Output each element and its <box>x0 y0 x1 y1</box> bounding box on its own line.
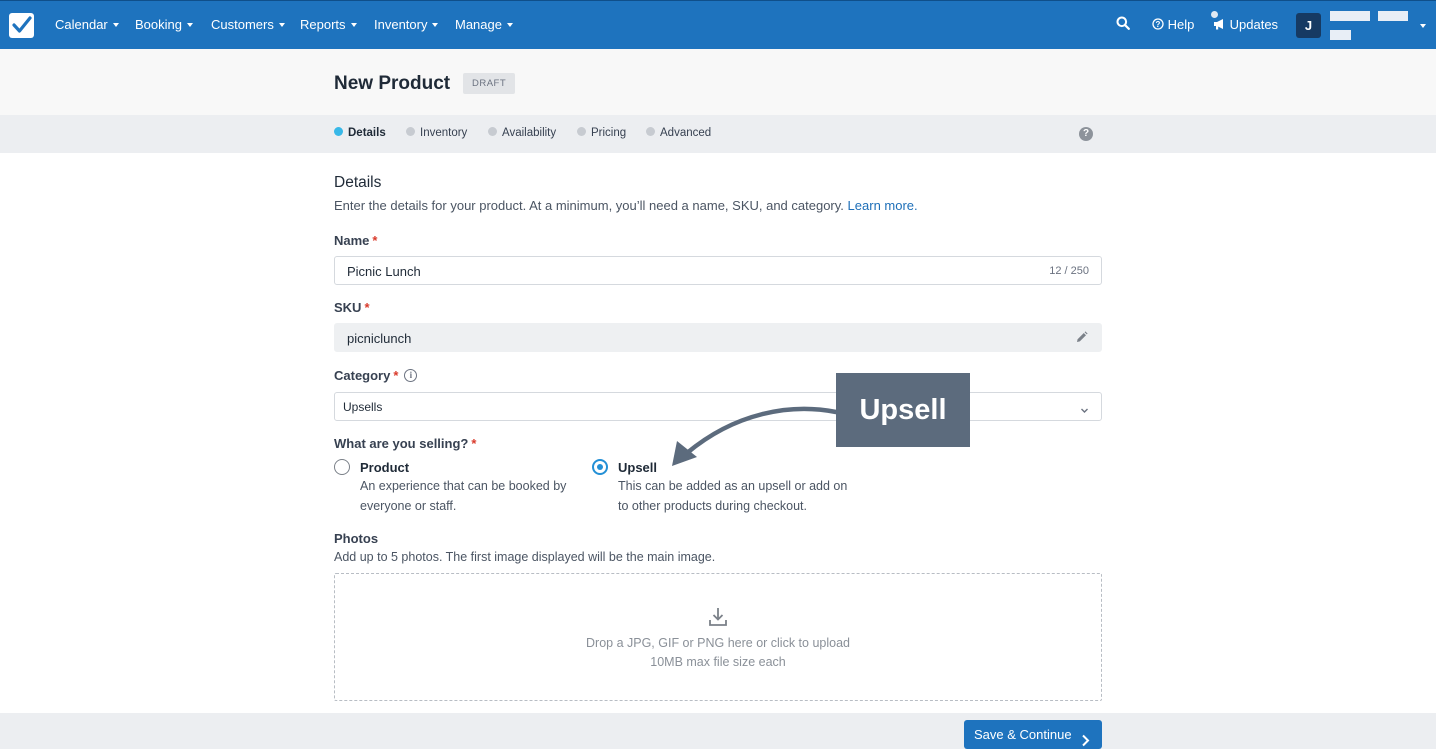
product-option-title[interactable]: Product <box>360 460 409 475</box>
sku-field[interactable]: picniclunch <box>334 323 1102 352</box>
dropzone-instructions: Drop a JPG, GIF or PNG here or click to … <box>586 636 850 650</box>
section-description-text: Enter the details for your product. At a… <box>334 198 844 213</box>
nav-inventory-label: Inventory <box>374 17 428 32</box>
step-label: Availability <box>502 127 557 139</box>
step-dot <box>488 127 497 137</box>
dropzone-size-limit: 10MB max file size each <box>650 655 786 669</box>
save-continue-button[interactable]: Save & Continue <box>964 720 1102 749</box>
upsell-radio[interactable] <box>592 459 608 475</box>
step-advanced[interactable]: Advanced <box>646 127 711 139</box>
caret-down-icon <box>186 22 193 27</box>
selling-label: What are you selling? * <box>334 436 476 451</box>
status-badge: DRAFT <box>463 73 516 94</box>
nav-customers-label: Customers <box>211 17 274 32</box>
download-icon <box>708 607 728 632</box>
redacted-user-org <box>1330 30 1351 40</box>
redacted-user-name <box>1378 11 1408 21</box>
page-title: New Product <box>334 73 451 94</box>
caret-down-icon <box>112 22 119 27</box>
upsell-option-title[interactable]: Upsell <box>618 460 657 475</box>
nav-inventory[interactable]: Inventory <box>374 17 439 32</box>
upsell-option-description: This can be added as an upsell or add on… <box>618 479 848 513</box>
save-continue-label: Save & Continue <box>974 727 1072 742</box>
step-dot <box>406 127 415 137</box>
top-navigation-bar: Calendar Booking Customers Reports Inven… <box>0 0 1436 49</box>
updates-label: Updates <box>1229 17 1279 32</box>
step-label: Advanced <box>660 127 712 139</box>
upsell-callout: Upsell <box>836 373 970 447</box>
category-label: Category * i <box>334 368 418 383</box>
caret-down-icon <box>506 22 513 27</box>
section-title: Details <box>334 174 382 191</box>
nav-manage-label: Manage <box>455 17 502 32</box>
step-label: Pricing <box>591 127 627 139</box>
chevron-down-icon <box>1080 402 1089 420</box>
caret-down-icon <box>350 22 357 27</box>
svg-text:?: ? <box>1156 20 1161 29</box>
step-pricing[interactable]: Pricing <box>577 127 626 139</box>
category-value: Upsells <box>343 400 383 414</box>
learn-more-link[interactable]: Learn more. <box>848 198 918 213</box>
step-dot <box>334 127 343 137</box>
product-radio[interactable] <box>334 459 350 475</box>
step-inventory[interactable]: Inventory <box>406 127 467 139</box>
section-description: Enter the details for your product. At a… <box>334 198 918 213</box>
caret-down-icon[interactable] <box>1420 24 1426 28</box>
footer-bar <box>0 713 1436 749</box>
step-details[interactable]: Details <box>334 127 386 139</box>
photo-dropzone[interactable]: Drop a JPG, GIF or PNG here or click to … <box>334 573 1102 701</box>
selling-label-text: What are you selling? <box>334 436 469 451</box>
step-label: Inventory <box>420 127 468 139</box>
step-dot <box>577 127 586 137</box>
step-label: Details <box>348 127 386 139</box>
search-icon[interactable] <box>1116 16 1130 33</box>
help-circle-icon: ? <box>1152 18 1164 30</box>
info-icon[interactable]: i <box>404 369 418 383</box>
nav-booking[interactable]: Booking <box>135 17 193 32</box>
curved-arrow-icon <box>672 406 839 466</box>
product-option-description: An experience that can be booked by ever… <box>360 479 567 513</box>
nav-customers[interactable]: Customers <box>211 17 285 32</box>
chevron-right-icon <box>1081 728 1090 749</box>
name-label-text: Name <box>334 233 370 248</box>
steps-bar <box>0 115 1436 153</box>
megaphone-icon <box>1214 19 1223 30</box>
name-field[interactable]: Picnic Lunch 12 / 250 <box>334 256 1102 285</box>
caret-down-icon <box>278 22 285 27</box>
sku-value: picniclunch <box>347 331 412 346</box>
avatar[interactable]: J <box>1296 13 1321 38</box>
required-mark: * <box>364 300 370 315</box>
help-link[interactable]: ? Help <box>1152 17 1194 32</box>
redacted-user-name <box>1330 11 1370 21</box>
nav-calendar-label: Calendar <box>55 17 108 32</box>
name-value: Picnic Lunch <box>347 264 421 279</box>
help-circle-icon[interactable]: ? <box>1079 127 1093 141</box>
required-mark: * <box>372 233 378 248</box>
page-header <box>0 49 1436 115</box>
step-availability[interactable]: Availability <box>488 127 556 139</box>
photos-label: Photos <box>334 531 379 546</box>
updates-link[interactable]: Updates <box>1213 17 1278 32</box>
nav-reports-label: Reports <box>300 17 346 32</box>
help-label: Help <box>1167 17 1195 32</box>
nav-manage[interactable]: Manage <box>455 17 513 32</box>
pencil-icon[interactable] <box>1075 331 1088 349</box>
required-mark: * <box>471 436 477 451</box>
photos-description: Add up to 5 photos. The first image disp… <box>334 550 716 564</box>
category-label-text: Category <box>334 368 391 383</box>
caret-down-icon <box>432 22 439 27</box>
check-logo-icon[interactable] <box>9 13 34 38</box>
nav-reports[interactable]: Reports <box>300 17 357 32</box>
nav-calendar[interactable]: Calendar <box>55 17 119 32</box>
sku-label-text: SKU <box>334 300 362 315</box>
sku-label: SKU * <box>334 300 370 315</box>
nav-booking-label: Booking <box>135 17 182 32</box>
character-counter: 12 / 250 <box>1049 265 1089 277</box>
step-dot <box>646 127 655 137</box>
required-mark: * <box>393 368 399 383</box>
name-label: Name * <box>334 233 377 248</box>
